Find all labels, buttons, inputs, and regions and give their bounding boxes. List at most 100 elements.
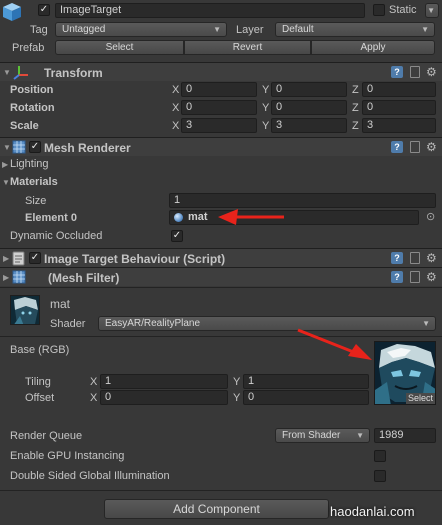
rotation-x-label: X	[172, 102, 180, 114]
scale-z-label: Z	[352, 120, 359, 132]
render-queue-label: Render Queue	[10, 430, 83, 442]
position-label: Position	[10, 84, 54, 96]
object-picker-icon[interactable]: ⊙	[426, 210, 435, 223]
mesh-renderer-header[interactable]: ▼ ✓ Mesh Renderer ? ⚙	[0, 137, 442, 156]
tag-label: Tag	[30, 24, 48, 36]
shader-dropdown[interactable]: EasyAR/RealityPlane ▼	[98, 316, 436, 331]
gear-icon[interactable]: ⚙	[426, 141, 437, 153]
material-name: mat	[50, 297, 71, 311]
gear-icon[interactable]: ⚙	[426, 271, 437, 283]
active-checkbox[interactable]: ✓	[38, 4, 50, 16]
tiling-x-label: X	[90, 376, 98, 388]
rotation-y-label: Y	[262, 102, 270, 114]
position-y-field[interactable]: 0	[271, 82, 347, 97]
offset-x-label: X	[90, 392, 98, 404]
transform-title: Transform	[44, 66, 103, 80]
scale-y-label: Y	[262, 120, 270, 132]
element-0-label: Element 0	[25, 212, 77, 224]
scale-x-label: X	[172, 120, 180, 132]
help-icon[interactable]: ?	[391, 271, 403, 283]
offset-y-field[interactable]: 0	[243, 390, 369, 405]
offset-x-field[interactable]: 0	[100, 390, 228, 405]
tiling-y-label: Y	[233, 376, 241, 388]
expand-triangle-icon[interactable]: ▶	[3, 273, 9, 282]
static-checkbox[interactable]	[373, 4, 385, 16]
size-field[interactable]: 1	[169, 193, 436, 208]
mesh-renderer-enabled-checkbox[interactable]: ✓	[29, 141, 41, 153]
image-target-behaviour-header[interactable]: ▶ ✓ Image Target Behaviour (Script) ? ⚙	[0, 248, 442, 267]
layer-label: Layer	[236, 24, 264, 36]
dynamic-occluded-label: Dynamic Occluded	[10, 230, 103, 242]
prefab-select-button[interactable]: Select	[55, 40, 184, 55]
rotation-y-field[interactable]: 0	[271, 100, 347, 115]
size-label: Size	[25, 195, 47, 207]
layer-dropdown[interactable]: Default ▼	[275, 22, 435, 37]
transform-header[interactable]: ▼ Transform ? ⚙	[0, 62, 442, 81]
preset-icon[interactable]	[410, 271, 420, 283]
annotation-arrow-texture	[296, 326, 374, 362]
offset-label: Offset	[25, 392, 55, 404]
expand-triangle-icon[interactable]: ▼	[3, 143, 11, 152]
tag-dropdown[interactable]: Untagged ▼	[55, 22, 227, 37]
script-icon	[12, 251, 26, 266]
help-icon[interactable]: ?	[391, 252, 403, 264]
base-rgb-label: Base (RGB)	[10, 344, 70, 356]
mesh-filter-header[interactable]: ▶ (Mesh Filter) ? ⚙	[0, 267, 442, 286]
rotation-label: Rotation	[10, 102, 55, 114]
preset-icon[interactable]	[410, 141, 420, 153]
tiling-y-field[interactable]: 1	[243, 374, 369, 389]
offset-y-label: Y	[233, 392, 241, 404]
lighting-foldout-icon[interactable]: ▶	[2, 160, 8, 169]
static-dropdown-arrow[interactable]: ▼	[425, 3, 439, 18]
rotation-x-field[interactable]: 0	[181, 100, 257, 115]
materials-label[interactable]: Materials	[10, 176, 58, 188]
mesh-filter-icon	[12, 270, 27, 285]
shader-label: Shader	[50, 318, 86, 330]
help-icon[interactable]: ?	[391, 66, 403, 78]
render-queue-field[interactable]: 1989	[374, 428, 436, 443]
element-0-value: mat	[188, 211, 208, 223]
position-x-field[interactable]: 0	[181, 82, 257, 97]
materials-foldout-icon[interactable]: ▼	[2, 178, 10, 187]
gear-icon[interactable]: ⚙	[426, 252, 437, 264]
transform-icon	[13, 65, 29, 80]
position-z-label: Z	[352, 84, 359, 96]
gear-icon[interactable]: ⚙	[426, 66, 437, 78]
material-sphere-icon	[174, 213, 183, 222]
base-texture-slot[interactable]: Select	[374, 341, 436, 405]
scale-x-field[interactable]: 3	[181, 118, 257, 133]
double-sided-gi-label: Double Sided Global Illumination	[10, 470, 170, 482]
double-sided-gi-checkbox[interactable]	[374, 470, 386, 482]
lighting-label[interactable]: Lighting	[10, 158, 49, 170]
scale-label: Scale	[10, 120, 39, 132]
gpu-instancing-checkbox[interactable]	[374, 450, 386, 462]
position-y-label: Y	[262, 84, 270, 96]
prefab-label: Prefab	[12, 42, 45, 54]
tiling-x-field[interactable]: 1	[100, 374, 228, 389]
mesh-renderer-icon	[12, 140, 27, 155]
prefab-apply-button[interactable]: Apply	[311, 40, 435, 55]
expand-triangle-icon[interactable]: ▼	[3, 68, 11, 77]
add-component-button[interactable]: Add Component	[104, 499, 329, 519]
image-target-behaviour-title: Image Target Behaviour (Script)	[44, 252, 226, 266]
material-thumbnail	[10, 295, 40, 325]
texture-select-label[interactable]: Select	[405, 393, 435, 404]
prefab-revert-button[interactable]: Revert	[184, 40, 311, 55]
scale-z-field[interactable]: 3	[362, 118, 436, 133]
render-queue-mode-dropdown[interactable]: From Shader ▼	[275, 428, 370, 443]
watermark: haodanlai.com	[330, 504, 415, 519]
scale-y-field[interactable]: 3	[271, 118, 347, 133]
object-name-field[interactable]: ImageTarget	[55, 3, 365, 18]
image-target-behaviour-enabled-checkbox[interactable]: ✓	[29, 252, 41, 264]
position-z-field[interactable]: 0	[362, 82, 436, 97]
help-icon[interactable]: ?	[391, 141, 403, 153]
preset-icon[interactable]	[410, 252, 420, 264]
annotation-arrow-element	[216, 206, 286, 226]
preset-icon[interactable]	[410, 66, 420, 78]
tiling-label: Tiling	[25, 376, 51, 388]
element-0-object-field[interactable]: mat	[169, 210, 419, 225]
mesh-renderer-title: Mesh Renderer	[44, 141, 131, 155]
expand-triangle-icon[interactable]: ▶	[3, 254, 9, 263]
rotation-z-field[interactable]: 0	[362, 100, 436, 115]
dynamic-occluded-checkbox[interactable]: ✓	[171, 230, 183, 242]
